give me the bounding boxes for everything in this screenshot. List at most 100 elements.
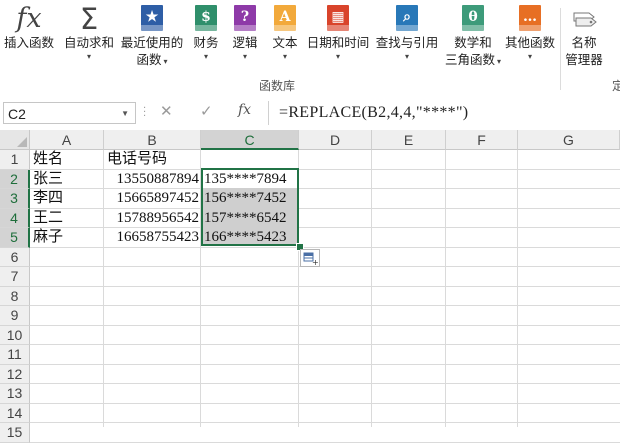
row-header-13[interactable]: 13 <box>0 384 30 404</box>
financial-label: 财务 <box>193 35 219 50</box>
gridline <box>30 441 620 443</box>
fx-icon: fx <box>16 3 42 34</box>
cell-a5[interactable]: 麻子 <box>33 228 63 247</box>
row-header-12[interactable]: 12 <box>0 364 30 384</box>
name-manager-button[interactable]: 名称 管理器 <box>560 4 608 68</box>
logical-label: 逻辑 <box>232 35 258 50</box>
cell-a1[interactable]: 姓名 <box>33 150 63 169</box>
resize-handle-icon[interactable]: · · · <box>143 104 146 122</box>
quick-analysis-icon[interactable]: + <box>300 249 320 267</box>
gridline <box>30 383 620 384</box>
chevron-down-icon[interactable]: ▼ <box>121 103 129 125</box>
cell-a2[interactable]: 张三 <box>33 170 63 189</box>
row-header-6[interactable]: 6 <box>0 247 30 267</box>
financial-button[interactable]: $ 财务 ▾ <box>187 4 225 63</box>
name-box[interactable]: C2 ▼ <box>3 102 136 124</box>
chevron-down-icon: ▾ <box>282 52 287 61</box>
gridline <box>30 305 620 306</box>
column-header-a[interactable]: A <box>30 130 104 150</box>
cell-b2[interactable]: 13550887894 <box>104 170 200 189</box>
text-button[interactable]: A 文本 ▾ <box>267 4 303 63</box>
group-label-function-library: 函数库 <box>259 79 296 93</box>
insert-function-icon[interactable]: fx <box>238 102 251 118</box>
chevron-down-icon: ▾ <box>203 52 208 61</box>
chevron-down-icon: ▾ <box>86 52 91 61</box>
formula-input[interactable]: =REPLACE(B2,4,4,"****") <box>279 102 468 124</box>
math-trig-button[interactable]: θ 数学和 三角函数 ▾ <box>440 4 506 70</box>
name-manager-label-line2: 管理器 <box>565 52 603 67</box>
cell-b4[interactable]: 15788956542 <box>104 209 200 228</box>
name-manager-label: 名称 <box>571 35 597 50</box>
gridline <box>371 150 372 427</box>
name-tags-icon <box>571 4 597 32</box>
row-header-1[interactable]: 1 <box>0 150 30 170</box>
svg-text:+: + <box>312 258 319 266</box>
cell-a4[interactable]: 王二 <box>33 209 63 228</box>
math-trig-label-line2: 三角函数 <box>444 52 495 67</box>
ribbon-formulas-tab: fx 插入函数 Σ 自动求和 ▾ ★ 最近使用的 函数 ▾ $ 财务 ▾? 逻辑 ▾ A 文本 ▾ ▦… <box>0 0 620 98</box>
gridline <box>30 422 620 423</box>
column-header-d[interactable]: D <box>299 130 372 150</box>
text-label: 文本 <box>272 35 298 50</box>
row-header-3[interactable]: 3 <box>0 189 30 209</box>
autosum-label: 自动求和 <box>63 35 114 50</box>
column-header-c[interactable]: C <box>201 130 299 150</box>
insert-function-button[interactable]: fx 插入函数 <box>0 4 58 51</box>
formula-bar: C2 ▼ · · · ✕ ✓ fx =REPLACE(B2,4,4,"****") <box>0 97 620 130</box>
date-time-label: 日期和时间 <box>306 35 370 50</box>
cell-b1[interactable]: 电话号码 <box>107 150 167 169</box>
row-header-4[interactable]: 4 <box>0 208 30 228</box>
row-header-15[interactable]: 15 <box>0 423 30 443</box>
column-header-e[interactable]: E <box>372 130 446 150</box>
autosum-button[interactable]: Σ 自动求和 ▾ <box>62 4 116 63</box>
search-book-icon: ⌕ <box>394 4 420 32</box>
gridline <box>30 266 620 267</box>
chevron-down-icon: ▾ <box>527 52 532 61</box>
coins-book-icon: $ <box>193 4 219 32</box>
formula-separator <box>268 101 269 125</box>
group-label-defined-names: 定 <box>612 79 620 93</box>
more-functions-button[interactable]: … 其他函数 ▾ <box>502 4 558 63</box>
lookup-reference-button[interactable]: ⌕ 查找与引用 ▾ <box>371 4 443 63</box>
row-header-10[interactable]: 10 <box>0 325 30 345</box>
worksheet-grid[interactable]: ABCDEFG 1 2 3 4 5 6 7 8 9 10 11 12 13 14 15 <box>0 130 620 443</box>
row-header-8[interactable]: 8 <box>0 286 30 306</box>
star-book-icon: ★ <box>139 4 165 32</box>
text-book-icon: A <box>272 4 298 32</box>
row-header-7[interactable]: 7 <box>0 267 30 287</box>
chevron-down-icon: ▾ <box>497 57 502 66</box>
calendar-book-icon: ▦ <box>325 4 351 32</box>
chevron-down-icon: ▾ <box>163 57 168 66</box>
group-separator <box>560 8 561 90</box>
row-header-14[interactable]: 14 <box>0 403 30 423</box>
insert-function-label: 插入函数 <box>3 35 54 50</box>
row-header-11[interactable]: 11 <box>0 345 30 365</box>
select-all-button[interactable] <box>0 130 30 150</box>
question-book-icon: ? <box>232 4 258 32</box>
lookup-reference-label: 查找与引用 <box>375 35 439 50</box>
gridline <box>30 344 620 345</box>
recently-used-label: 最近使用的 <box>120 35 184 50</box>
theta-book-icon: θ <box>460 4 486 32</box>
selection-range <box>201 168 299 246</box>
row-header-2[interactable]: 2 <box>0 169 30 189</box>
recently-used-button[interactable]: ★ 最近使用的 函数 ▾ <box>118 4 186 70</box>
logical-button[interactable]: ? 逻辑 ▾ <box>228 4 262 63</box>
cell-a3[interactable]: 李四 <box>33 189 63 208</box>
date-time-button[interactable]: ▦ 日期和时间 ▾ <box>303 4 373 63</box>
enter-icon[interactable]: ✓ <box>200 102 213 120</box>
cell-b3[interactable]: 15665897452 <box>104 189 200 208</box>
more-functions-label: 其他函数 <box>504 35 555 50</box>
gridline <box>445 150 446 427</box>
column-header-f[interactable]: F <box>446 130 518 150</box>
column-header-b[interactable]: B <box>104 130 201 150</box>
row-header-5[interactable]: 5 <box>0 228 30 248</box>
gridline <box>517 150 518 427</box>
math-trig-label: 数学和 <box>454 35 492 50</box>
cancel-icon[interactable]: ✕ <box>160 102 173 120</box>
column-header-g[interactable]: G <box>518 130 620 150</box>
row-header-9[interactable]: 9 <box>0 306 30 326</box>
gridline <box>30 402 620 404</box>
chevron-down-icon: ▾ <box>404 52 409 61</box>
cell-b5[interactable]: 16658755423 <box>104 228 200 247</box>
